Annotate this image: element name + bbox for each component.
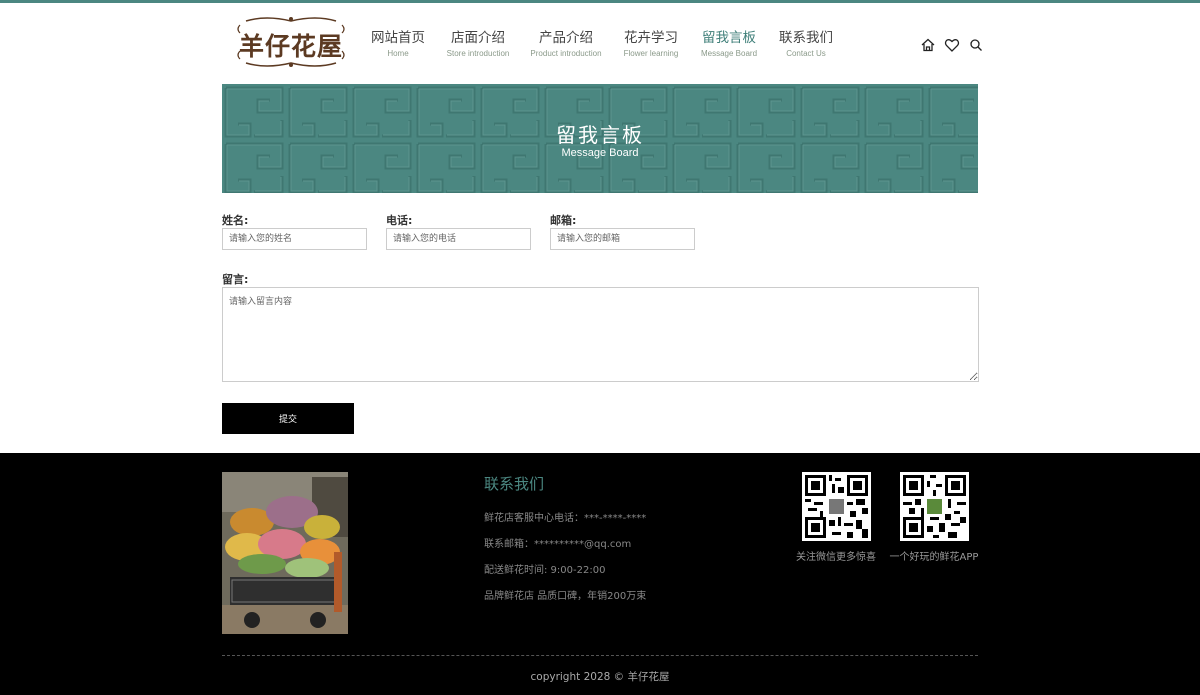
email-field-group: 邮箱:: [550, 212, 695, 250]
message-field-group: 留言:: [222, 271, 979, 382]
search-icon[interactable]: [968, 37, 984, 53]
name-field-group: 姓名:: [222, 212, 367, 250]
message-label: 留言:: [222, 273, 249, 286]
wechat-qr-block: 关注微信更多惊喜: [792, 472, 880, 563]
app-qr-caption: 一个好玩的鲜花APP: [889, 552, 979, 563]
nav-flower-learning[interactable]: 花卉学习 Flower learning: [610, 29, 692, 61]
site-header: 羊仔花屋 网站首页 Home 店面介绍 Store introduction 产…: [0, 3, 1200, 83]
wechat-qr-caption: 关注微信更多惊喜: [796, 552, 876, 563]
footer-contact-title: 联系我们: [484, 475, 545, 493]
phone-input[interactable]: [386, 228, 531, 250]
page-banner: 留我言板 Message Board: [222, 84, 978, 193]
banner-title: 留我言板: [556, 123, 644, 147]
footer-contact: 联系我们 鲜花店客服中心电话：***-****-**** 联系邮箱：******…: [484, 473, 646, 610]
header-tools: [920, 37, 984, 53]
nav-label: 留我言板: [702, 30, 756, 46]
email-label: 邮箱:: [550, 214, 577, 227]
footer-email: 联系邮箱：**********@qq.com: [484, 539, 632, 550]
banner-subtitle: Message Board: [561, 147, 639, 159]
logo-text: 羊仔花屋: [238, 32, 343, 61]
email-input[interactable]: [550, 228, 695, 250]
heart-icon[interactable]: [944, 37, 960, 53]
nav-sublabel: Message Board: [700, 49, 758, 58]
copyright-text: copyright 2028 © 羊仔花屋: [530, 671, 670, 683]
nav-sublabel: Contact Us: [786, 49, 826, 58]
nav-home[interactable]: 网站首页 Home: [362, 29, 434, 61]
phone-label: 电话:: [386, 214, 413, 227]
nav-sublabel: Store introduction: [446, 49, 510, 58]
nav-label: 网站首页: [371, 30, 425, 46]
footer-phone: 鲜花店客服中心电话：***-****-****: [484, 513, 647, 524]
nav-store-introduction[interactable]: 店面介绍 Store introduction: [434, 29, 522, 61]
nav-message-board[interactable]: 留我言板 Message Board: [692, 29, 766, 61]
site-footer: 联系我们 鲜花店客服中心电话：***-****-**** 联系邮箱：******…: [0, 453, 1200, 695]
home-icon[interactable]: [920, 37, 936, 53]
nav-label: 产品介绍: [539, 30, 593, 46]
nav-contact-us[interactable]: 联系我们 Contact Us: [766, 29, 846, 61]
name-label: 姓名:: [222, 214, 249, 227]
name-input[interactable]: [222, 228, 367, 250]
app-qr-code: [899, 472, 969, 541]
nav-product-introduction[interactable]: 产品介绍 Product introduction: [522, 29, 610, 61]
footer-hours: 配送鲜花时间: 9:00-22:00: [484, 565, 606, 576]
footer-divider: [222, 655, 978, 656]
nav-sublabel: Flower learning: [623, 49, 679, 58]
nav-label: 花卉学习: [624, 30, 678, 46]
nav-sublabel: Product introduction: [530, 49, 602, 58]
nav-label: 联系我们: [779, 30, 833, 46]
phone-field-group: 电话:: [386, 212, 531, 250]
site-logo[interactable]: 羊仔花屋: [236, 15, 346, 69]
message-textarea[interactable]: [222, 287, 979, 382]
footer-slogan: 品牌鲜花店 品质口碑，年销200万束: [484, 591, 647, 602]
submit-button[interactable]: 提交: [222, 403, 354, 434]
app-qr-block: 一个好玩的鲜花APP: [886, 472, 982, 563]
flower-cart-photo: [222, 472, 348, 634]
main-nav: 网站首页 Home 店面介绍 Store introduction 产品介绍 P…: [362, 29, 846, 61]
nav-sublabel: Home: [387, 49, 409, 58]
nav-label: 店面介绍: [451, 30, 505, 46]
wechat-qr-code: [801, 472, 871, 541]
